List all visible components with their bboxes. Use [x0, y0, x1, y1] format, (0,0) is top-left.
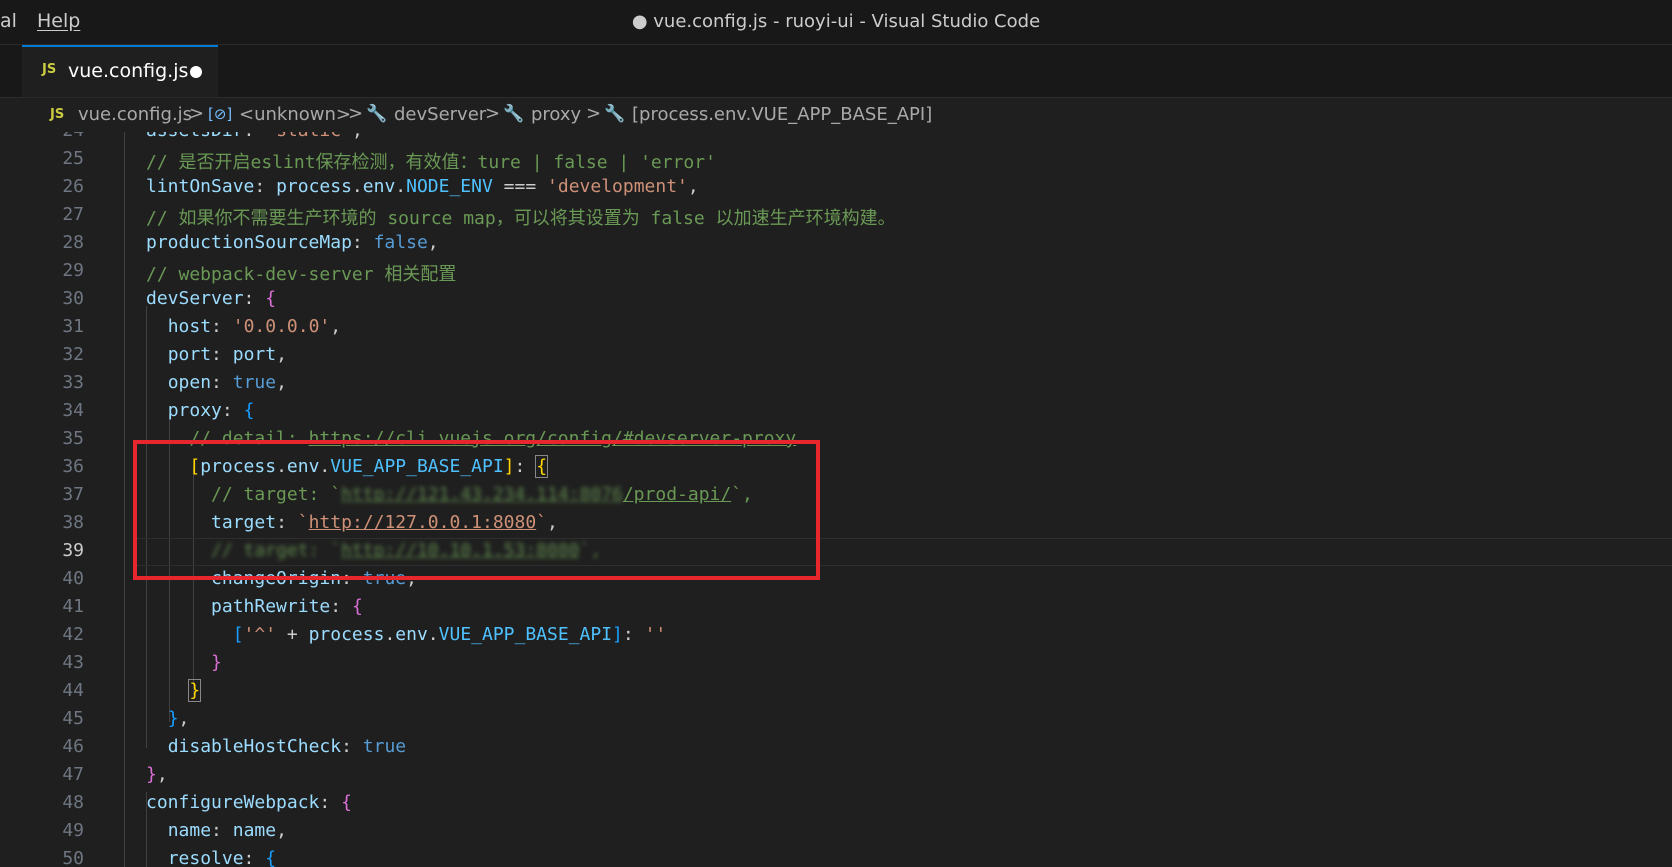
code-text: proxy: { — [167, 400, 255, 421]
code-text: configureWebpack: { — [146, 792, 352, 813]
code-text: ['^' + process.env.VUE_APP_BASE_API]: '' — [232, 624, 667, 645]
code-line: 28 productionSourceMap: false, — [0, 230, 1672, 258]
wrench-icon: 🔧 — [503, 104, 525, 124]
breadcrumb-unknown[interactable]: <unknown> — [239, 104, 351, 125]
line-number: 41 — [62, 596, 84, 617]
javascript-file-icon: JS — [42, 62, 57, 77]
line-number: 44 — [62, 680, 84, 701]
line-number: 43 — [62, 652, 84, 673]
code-line: 30 devServer: { — [0, 286, 1672, 314]
line-number: 35 — [62, 428, 84, 449]
code-line: 33 open: true, — [0, 370, 1672, 398]
line-number: 36 — [62, 456, 84, 477]
code-text: // 是否开启eslint保存检测，有效值：ture | false | 'er… — [146, 152, 716, 173]
breadcrumb-devserver[interactable]: devServer — [394, 104, 486, 125]
line-number: 26 — [62, 176, 84, 197]
code-text: port: port, — [167, 344, 287, 365]
line-number: 50 — [62, 848, 84, 867]
code-line: 41 pathRewrite: { — [0, 594, 1672, 622]
line-number: 45 — [62, 708, 84, 729]
tab-bar: JS vue.config.js — [0, 45, 1672, 98]
wrench-icon: 🔧 — [604, 104, 626, 124]
line-number: 27 — [62, 204, 84, 225]
line-number: 47 — [62, 764, 84, 785]
chevron-right-icon: > — [485, 103, 501, 124]
chevron-right-icon: > — [189, 103, 205, 124]
title-bar: al Help ● vue.config.js - ruoyi-ui - Vis… — [0, 0, 1672, 45]
code-text: }, — [167, 708, 190, 729]
code-text: } — [211, 652, 222, 673]
line-number: 34 — [62, 400, 84, 421]
line-number: 38 — [62, 512, 84, 533]
code-text: }, — [146, 764, 168, 785]
code-line: 43 } — [0, 650, 1672, 678]
code-line: 46 disableHostCheck: true — [0, 734, 1672, 762]
code-text: pathRewrite: { — [211, 596, 363, 617]
line-number: 42 — [62, 624, 84, 645]
line-number: 37 — [62, 484, 84, 505]
breadcrumb-proxy[interactable]: proxy — [531, 104, 581, 125]
code-text: resolve: { — [167, 848, 277, 867]
code-line: 27 // 如果你不需要生产环境的 source map，可以将其设置为 fal… — [0, 202, 1672, 230]
wrench-icon: 🔧 — [366, 104, 388, 124]
line-number: 30 — [62, 288, 84, 309]
code-text: name: name, — [167, 820, 287, 841]
line-number: 39 — [62, 540, 84, 561]
code-line: 42 ['^' + process.env.VUE_APP_BASE_API]:… — [0, 622, 1672, 650]
tab-label: vue.config.js — [68, 60, 189, 82]
code-line: 48 configureWebpack: { — [0, 790, 1672, 818]
line-number: 49 — [62, 820, 84, 841]
code-line: 32 port: port, — [0, 342, 1672, 370]
line-number: 33 — [62, 372, 84, 393]
code-text: devServer: { — [146, 288, 277, 309]
line-number: 29 — [62, 260, 84, 281]
code-line: 45 }, — [0, 706, 1672, 734]
line-number: 31 — [62, 316, 84, 337]
code-line: 31 host: '0.0.0.0', — [0, 314, 1672, 342]
code-text: // webpack-dev-server 相关配置 — [146, 264, 457, 285]
breadcrumb-file[interactable]: vue.config.js — [78, 104, 192, 125]
javascript-file-icon: JS — [50, 107, 65, 122]
code-line: 47 }, — [0, 762, 1672, 790]
code-line: 26 lintOnSave: process.env.NODE_ENV === … — [0, 174, 1672, 202]
code-line: 49 name: name, — [0, 818, 1672, 846]
unsaved-changes-dot-icon[interactable] — [190, 66, 202, 78]
code-text: assetsDir: 'static', — [146, 132, 363, 141]
line-number: 46 — [62, 736, 84, 757]
code-text: host: '0.0.0.0', — [167, 316, 342, 337]
symbol-variable-icon: [⊘] — [208, 105, 233, 123]
red-annotation-box — [133, 440, 820, 580]
code-line: 25 // 是否开启eslint保存检测，有效值：ture | false | … — [0, 146, 1672, 174]
code-line: 24 assetsDir: 'static', — [0, 132, 1672, 146]
line-number: 25 — [62, 148, 84, 169]
line-number: 28 — [62, 232, 84, 253]
code-text: disableHostCheck: true — [167, 736, 407, 757]
window-title: ● vue.config.js - ruoyi-ui - Visual Stud… — [631, 11, 1041, 32]
chevron-right-icon: > — [348, 103, 364, 124]
tab-vue-config[interactable]: JS vue.config.js — [22, 45, 218, 97]
chevron-right-icon: > — [586, 103, 602, 124]
code-line: 34 proxy: { — [0, 398, 1672, 426]
line-number: 32 — [62, 344, 84, 365]
code-line: 44 } — [0, 678, 1672, 706]
code-text: open: true, — [167, 372, 287, 393]
code-text: // 如果你不需要生产环境的 source map，可以将其设置为 false … — [146, 208, 896, 229]
line-number: 48 — [62, 792, 84, 813]
breadcrumb: JS vue.config.js > [⊘] <unknown> > 🔧 dev… — [0, 98, 1672, 132]
line-number: 24 — [0, 132, 84, 141]
code-line: 29 // webpack-dev-server 相关配置 — [0, 258, 1672, 286]
code-text: productionSourceMap: false, — [146, 232, 439, 253]
code-text: lintOnSave: process.env.NODE_ENV === 'de… — [146, 176, 699, 197]
code-line: 50 resolve: { — [0, 846, 1672, 867]
code-text: } — [188, 679, 202, 702]
line-number: 40 — [62, 568, 84, 589]
breadcrumb-base-api[interactable]: [process.env.VUE_APP_BASE_API] — [632, 104, 932, 125]
